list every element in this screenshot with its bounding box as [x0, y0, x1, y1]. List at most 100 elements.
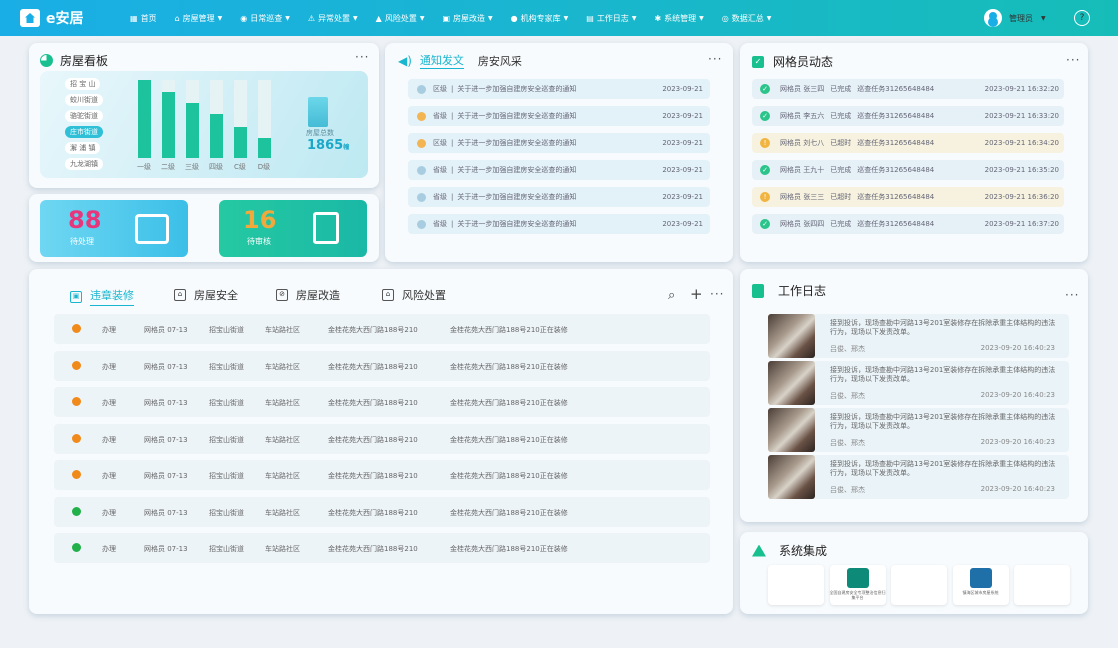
cell-street: 招宝山街道 — [209, 399, 244, 407]
system-card[interactable] — [768, 565, 824, 605]
grid-activity-item[interactable]: ! 网格员 刘七八 已超时 巡查任务31265648484 2023-09-21 16:… — [752, 133, 1064, 153]
status-dot-icon — [72, 360, 81, 370]
cell-addr: 金桂花苑大西门路188号210 — [328, 362, 418, 371]
notice-item[interactable]: 省级 | 关于进一步加强自建房安全巡查的通知 2023-09-21 — [408, 160, 710, 180]
table-row[interactable]: 办理 网格员 07-13 招宝山街道 车站路社区 金桂花苑大西门路188号210 金桂花苑… — [54, 496, 710, 527]
more-icon[interactable]: ··· — [708, 52, 722, 66]
more-icon[interactable]: ··· — [1066, 53, 1080, 67]
nav-item-label: 房屋改造 — [453, 13, 486, 23]
system-label: 镇海区城市房屋系统 — [962, 590, 999, 595]
total-unit: 幢 — [343, 144, 350, 151]
tab-style[interactable]: 房安风采 — [478, 53, 522, 69]
street-item[interactable]: 澥 浦 镇 — [65, 142, 101, 154]
notice-item[interactable]: 省级 | 关于进一步加强自建房安全巡查的通知 2023-09-21 — [408, 214, 710, 234]
building-icon — [308, 97, 328, 127]
nav-item[interactable]: ⚠ 异常处置 ▼ — [308, 13, 358, 24]
nav-item[interactable]: ◉ 日常巡查 ▼ — [240, 13, 290, 24]
cell-action[interactable]: 办理 — [102, 398, 116, 408]
more-icon[interactable]: ··· — [710, 287, 724, 301]
more-icon[interactable]: ··· — [355, 50, 369, 64]
nav-item[interactable]: ▤ 工作日志 ▼ — [586, 13, 636, 24]
notice-item[interactable]: 省级 | 关于进一步加强自建房安全巡查的通知 2023-09-21 — [408, 187, 710, 207]
nav-item[interactable]: ⌂ 房屋管理 ▼ — [175, 13, 223, 24]
nav-item-label: 异常处置 — [318, 13, 351, 23]
table-row[interactable]: 办理 网格员 07-13 招宝山街道 车站路社区 金桂花苑大西门路188号210 金桂花苑… — [54, 387, 710, 417]
cell-action[interactable]: 办理 — [102, 435, 116, 445]
system-card[interactable]: 全国自建房安全专项整治信息归集平台 — [829, 565, 886, 605]
nav-item[interactable]: ▣ 房屋改造 ▼ — [442, 13, 492, 24]
cell-action[interactable]: 办理 — [102, 471, 116, 481]
grid-activity-item[interactable]: ✓ 网格员 张三四 已完成 巡查任务31265648484 2023-09-21 16:… — [752, 79, 1064, 99]
add-icon[interactable]: + — [690, 285, 703, 303]
grid-member: 网格员 王九十 — [780, 166, 825, 174]
tab-notices[interactable]: 通知发文 — [419, 52, 464, 69]
app-logo[interactable]: e安居 — [20, 8, 130, 28]
tab-label: 风险处置 — [402, 289, 446, 302]
table-row[interactable]: 办理 网格员 07-13 招宝山街道 车站路社区 金桂花苑大西门路188号210 金桂花苑… — [54, 314, 710, 344]
log-item[interactable]: 接到投诉，现场查勘中河路13号201室装修存在拆除承重主体结构的违法行为，现场以… — [768, 408, 1069, 452]
review-card[interactable]: 16 待审核 — [219, 200, 367, 257]
grid-member: 网格员 张三三 — [780, 193, 825, 201]
chevron-down-icon: ▼ — [419, 14, 425, 22]
grid-activity-item[interactable]: ✓ 网格员 李五六 已完成 巡查任务31265648484 2023-09-21 16:… — [752, 106, 1064, 126]
table-row[interactable]: 办理 网格员 07-13 招宝山街道 车站路社区 金桂花苑大西门路188号210 金桂花苑… — [54, 423, 710, 454]
notice-text: 关于进一步加强自建房安全巡查的通知 — [457, 193, 577, 201]
violation-tab[interactable]: ⌂ 房屋安全 — [174, 287, 238, 303]
system-card[interactable] — [891, 565, 947, 605]
system-card[interactable] — [1014, 565, 1070, 605]
notice-item[interactable]: 区级 | 关于进一步加强自建房安全巡查的通知 2023-09-21 — [408, 133, 710, 153]
pending-count: 88 — [68, 206, 102, 234]
street-item[interactable]: 骆驼街道 — [65, 110, 103, 122]
cell-action[interactable]: 办理 — [102, 325, 116, 335]
gear-icon: ✱ — [654, 13, 662, 23]
nav-item-label: 风险处置 — [384, 13, 417, 23]
street-item[interactable]: 招 宝 山 — [65, 78, 101, 90]
bar-一级 — [138, 80, 151, 158]
nav-item[interactable]: ◎ 数据汇总 ▼ — [722, 13, 772, 24]
grid-activity-item[interactable]: ✓ 网格员 张四四 已完成 巡查任务31265648484 2023-09-21 16:… — [752, 214, 1064, 234]
cell-action[interactable]: 办理 — [102, 362, 116, 372]
table-row[interactable]: 办理 网格员 07-13 招宝山街道 车站路社区 金桂花苑大西门路188号210 金桂花苑… — [54, 533, 710, 563]
violation-tab[interactable]: ▣ 违章装修 — [70, 287, 134, 306]
search-icon[interactable]: ⌕ — [668, 288, 675, 303]
table-row[interactable]: 办理 网格员 07-13 招宝山街道 车站路社区 金桂花苑大西门路188号210 金桂花苑… — [54, 350, 710, 381]
nav-item[interactable]: ● 机构专家库 ▼ — [511, 13, 569, 24]
cell-desc: 金桂花苑大西门路188号210正在装修 — [450, 472, 568, 480]
cell-action[interactable]: 办理 — [102, 508, 116, 518]
grid-member: 网格员 刘七八 — [780, 139, 825, 147]
notice-item[interactable]: 省级 | 关于进一步加强自建房安全巡查的通知 2023-09-21 — [408, 106, 710, 126]
street-item[interactable]: 蛟川街道 — [65, 94, 103, 106]
table-row[interactable]: 办理 网格员 07-13 招宝山街道 车站路社区 金桂花苑大西门路188号210 金桂花苑… — [54, 460, 710, 490]
violation-tab[interactable]: ⌂ 风险处置 — [382, 287, 446, 303]
cell-action[interactable]: 办理 — [102, 544, 116, 554]
cell-addr: 金桂花苑大西门路188号210 — [328, 326, 418, 334]
street-item[interactable]: 庄市街道 — [65, 126, 103, 138]
bar-D级 — [258, 138, 271, 158]
log-item[interactable]: 接到投诉，现场查勘中河路13号201室装修存在拆除承重主体结构的违法行为，现场以… — [768, 455, 1069, 499]
nav-item[interactable]: ▲ 风险处置 ▼ — [376, 13, 425, 24]
nav-item-label: 日常巡查 — [250, 13, 283, 23]
more-icon[interactable]: ··· — [1065, 288, 1079, 302]
system-card[interactable]: 镇海区城市房屋系统 — [952, 565, 1009, 605]
grid-activity-item[interactable]: ! 网格员 张三三 已超时 巡查任务31265648484 2023-09-21 16:… — [752, 187, 1064, 207]
log-icon: ▤ — [586, 13, 594, 23]
grid-icon: ▦ — [130, 13, 138, 23]
log-time: 2023-09-20 16:40:23 — [980, 344, 1055, 352]
separator: | — [451, 139, 454, 147]
street-item[interactable]: 九龙湖镇 — [65, 158, 103, 170]
total-value: 1865幢 — [307, 138, 349, 153]
help-icon[interactable]: ? — [1074, 10, 1090, 26]
pending-card[interactable]: 88 待处理 — [40, 200, 188, 257]
cell-community: 车站路社区 — [265, 326, 300, 334]
notice-level: 省级 — [433, 220, 447, 228]
violation-tab[interactable]: ⊘ 房屋改造 — [276, 287, 340, 303]
log-item[interactable]: 接到投诉，现场查勘中河路13号201室装修存在拆除承重主体结构的违法行为，现场以… — [768, 361, 1069, 405]
grid-activity-item[interactable]: ✓ 网格员 王九十 已完成 巡查任务31265648484 2023-09-21 16:… — [752, 160, 1064, 180]
separator: | — [451, 85, 454, 93]
grid-task: 巡查任务31265648484 — [857, 166, 935, 174]
user-menu[interactable]: 管理员 ▼ — [984, 9, 1046, 27]
log-item[interactable]: 接到投诉，现场查勘中河路13号201室装修存在拆除承重主体结构的违法行为，现场以… — [768, 314, 1069, 358]
nav-item[interactable]: ▦ 首页 — [130, 13, 157, 24]
nav-item[interactable]: ✱ 系统管理 ▼ — [654, 13, 703, 24]
notice-item[interactable]: 区级 | 关于进一步加强自建房安全巡查的通知 2023-09-21 — [408, 79, 710, 99]
